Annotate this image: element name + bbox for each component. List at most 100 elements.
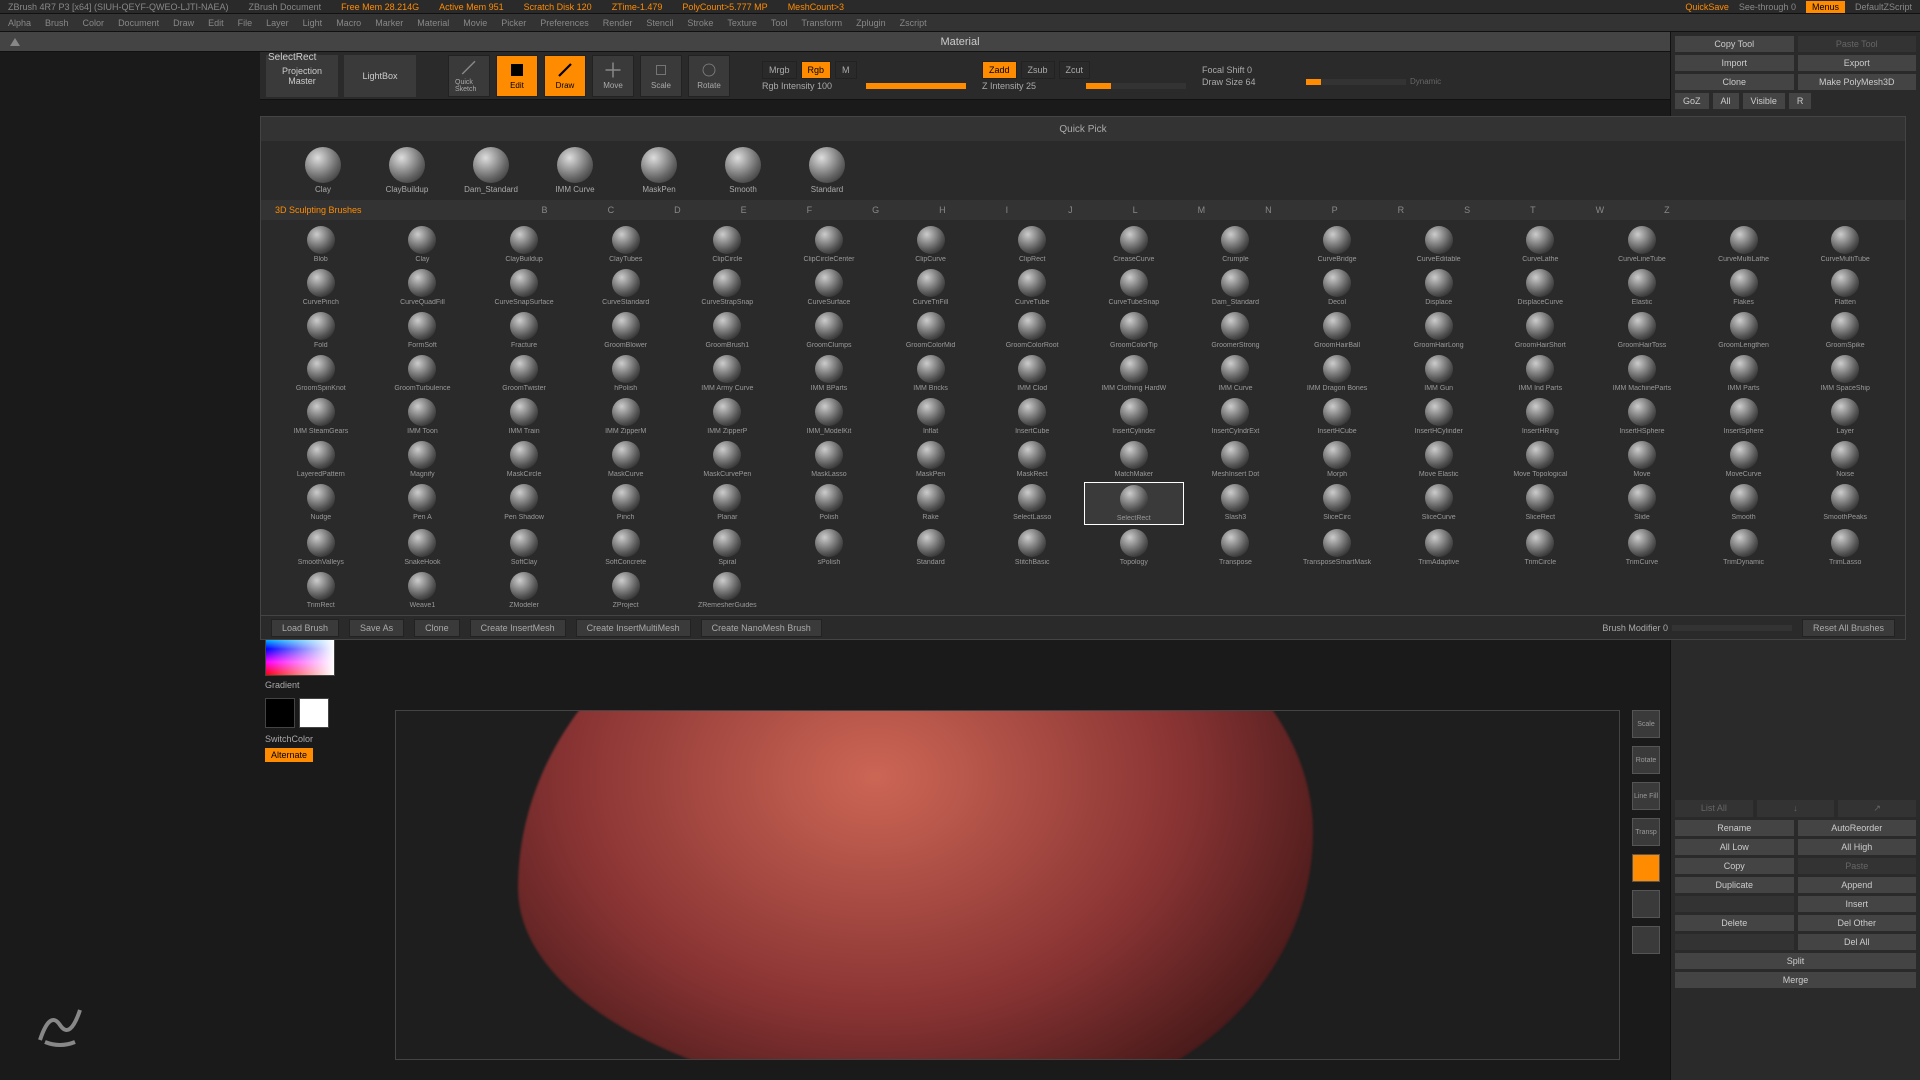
brush-masklasso[interactable]: MaskLasso	[779, 439, 879, 480]
draw-size-slider[interactable]	[1306, 79, 1406, 85]
quickpick-standard[interactable]: Standard	[795, 147, 859, 194]
brush-rake[interactable]: Rake	[881, 482, 981, 525]
brush-inserthring[interactable]: InsertHRing	[1491, 396, 1591, 437]
brush-claybuildup[interactable]: ClayBuildup	[474, 224, 574, 265]
brush-curvepinch[interactable]: CurvePinch	[271, 267, 371, 308]
menu-material[interactable]: Material	[417, 18, 449, 28]
brush-pinch[interactable]: Pinch	[576, 482, 676, 525]
quickpick-maskpen[interactable]: MaskPen	[627, 147, 691, 194]
brush-movecurve[interactable]: MoveCurve	[1694, 439, 1794, 480]
brush-maskcircle[interactable]: MaskCircle	[474, 439, 574, 480]
brush-maskrect[interactable]: MaskRect	[982, 439, 1082, 480]
brush-flakes[interactable]: Flakes	[1694, 267, 1794, 308]
brush-smooth[interactable]: Smooth	[1694, 482, 1794, 525]
brush-clipcirclecenter[interactable]: ClipCircleCenter	[779, 224, 879, 265]
mrgb-button[interactable]: Mrgb	[762, 61, 797, 79]
copy-button[interactable]: Copy	[1675, 858, 1794, 874]
solo-tool-icon[interactable]	[1632, 890, 1660, 918]
brush-maskcurve[interactable]: MaskCurve	[576, 439, 676, 480]
filter-letter-p[interactable]: P	[1332, 205, 1338, 215]
zcut-button[interactable]: Zcut	[1059, 61, 1091, 79]
brush-groombrush1[interactable]: GroomBrush1	[678, 310, 778, 351]
brush-move-elastic[interactable]: Move Elastic	[1389, 439, 1489, 480]
brush-imm-spaceship[interactable]: IMM SpaceShip	[1795, 353, 1895, 394]
duplicate-button[interactable]: Duplicate	[1675, 877, 1794, 893]
menu-transform[interactable]: Transform	[801, 18, 842, 28]
brush-imm-zipperp[interactable]: IMM ZipperP	[678, 396, 778, 437]
brush-maskcurvepen[interactable]: MaskCurvePen	[678, 439, 778, 480]
brush-imm-clod[interactable]: IMM Clod	[982, 353, 1082, 394]
brush-claytubes[interactable]: ClayTubes	[576, 224, 676, 265]
brush-polish[interactable]: Polish	[779, 482, 879, 525]
menu-zplugin[interactable]: Zplugin	[856, 18, 886, 28]
brush-curvestandard[interactable]: CurveStandard	[576, 267, 676, 308]
brush-imm-steamgears[interactable]: IMM SteamGears	[271, 396, 371, 437]
rename-button[interactable]: Rename	[1675, 820, 1794, 836]
brush-groomhairball[interactable]: GroomHairBall	[1287, 310, 1387, 351]
brush-curvelathe[interactable]: CurveLathe	[1491, 224, 1591, 265]
brush-slash3[interactable]: Slash3	[1186, 482, 1286, 525]
brush-groomerstrong[interactable]: GroomerStrong	[1186, 310, 1286, 351]
brush-trimlasso[interactable]: TrimLasso	[1795, 527, 1895, 568]
brush-curvebridge[interactable]: CurveBridge	[1287, 224, 1387, 265]
filter-letter-l[interactable]: L	[1133, 205, 1138, 215]
clone-button[interactable]: Clone	[1675, 74, 1794, 90]
brush-imm-bparts[interactable]: IMM BParts	[779, 353, 879, 394]
delete-button[interactable]: Delete	[1675, 915, 1794, 931]
menu-alpha[interactable]: Alpha	[8, 18, 31, 28]
seethrough-slider[interactable]: See-through 0	[1739, 2, 1796, 12]
brush-blob[interactable]: Blob	[271, 224, 371, 265]
quickpick-claybuildup[interactable]: ClayBuildup	[375, 147, 439, 194]
brush-selectrect[interactable]: SelectRect	[1084, 482, 1184, 525]
linefill-tool-icon[interactable]: Line Fill	[1632, 782, 1660, 810]
brush-meshinsert-dot[interactable]: MeshInsert Dot	[1186, 439, 1286, 480]
menu-texture[interactable]: Texture	[727, 18, 757, 28]
goz-button[interactable]: GoZ	[1675, 93, 1709, 109]
switch-color-button[interactable]: SwitchColor	[265, 734, 345, 744]
brush-snakehook[interactable]: SnakeHook	[373, 527, 473, 568]
primary-color-swatch[interactable]	[299, 698, 329, 728]
brush-standard[interactable]: Standard	[881, 527, 981, 568]
goz-visible-button[interactable]: Visible	[1743, 93, 1785, 109]
brush-imm-ind-parts[interactable]: IMM Ind Parts	[1491, 353, 1591, 394]
dynamic-button[interactable]: Dynamic	[1410, 77, 1441, 86]
insert-button[interactable]: Insert	[1798, 896, 1917, 912]
lightbox-button[interactable]: LightBox	[344, 55, 416, 97]
zsub-button[interactable]: Zsub	[1021, 61, 1055, 79]
brush-move[interactable]: Move	[1592, 439, 1692, 480]
brush-groomhairtoss[interactable]: GroomHairToss	[1592, 310, 1692, 351]
create-insertmultimesh-button[interactable]: Create InsertMultiMesh	[576, 619, 691, 637]
brush-softclay[interactable]: SoftClay	[474, 527, 574, 568]
quickpick-dam-standard[interactable]: Dam_Standard	[459, 147, 523, 194]
brush-flatten[interactable]: Flatten	[1795, 267, 1895, 308]
brush-imm-gun[interactable]: IMM Gun	[1389, 353, 1489, 394]
brush-inserthcube[interactable]: InsertHCube	[1287, 396, 1387, 437]
brush-slicecurve[interactable]: SliceCurve	[1389, 482, 1489, 525]
brush-curveeditable[interactable]: CurveEditable	[1389, 224, 1489, 265]
brush-formsoft[interactable]: FormSoft	[373, 310, 473, 351]
merge-button[interactable]: Merge	[1675, 972, 1916, 988]
brush-dam-standard[interactable]: Dam_Standard	[1186, 267, 1286, 308]
brush-curvemultitube[interactable]: CurveMultiTube	[1795, 224, 1895, 265]
menus-button[interactable]: Menus	[1806, 1, 1845, 13]
brush-stitchbasic[interactable]: StitchBasic	[982, 527, 1082, 568]
menu-stencil[interactable]: Stencil	[646, 18, 673, 28]
brush-displace[interactable]: Displace	[1389, 267, 1489, 308]
brush-trimdynamic[interactable]: TrimDynamic	[1694, 527, 1794, 568]
brush-groomhairshort[interactable]: GroomHairShort	[1491, 310, 1591, 351]
brush-insertsphere[interactable]: InsertSphere	[1694, 396, 1794, 437]
brush-magnify[interactable]: Magnify	[373, 439, 473, 480]
material-toggle-icon[interactable]	[10, 38, 20, 46]
zadd-button[interactable]: Zadd	[982, 61, 1017, 79]
brush-groomtwister[interactable]: GroomTwister	[474, 353, 574, 394]
brush-move-topological[interactable]: Move Topological	[1491, 439, 1591, 480]
brush-groomlengthen[interactable]: GroomLengthen	[1694, 310, 1794, 351]
transp-tool-icon[interactable]: Transp	[1632, 818, 1660, 846]
paste-tool-button[interactable]: Paste Tool	[1798, 36, 1917, 52]
menu-layer[interactable]: Layer	[266, 18, 289, 28]
brush-layeredpattern[interactable]: LayeredPattern	[271, 439, 371, 480]
default-zscript[interactable]: DefaultZScript	[1855, 2, 1912, 12]
brush-smoothpeaks[interactable]: SmoothPeaks	[1795, 482, 1895, 525]
all-high-button[interactable]: All High	[1798, 839, 1917, 855]
brush-clipcurve[interactable]: ClipCurve	[881, 224, 981, 265]
